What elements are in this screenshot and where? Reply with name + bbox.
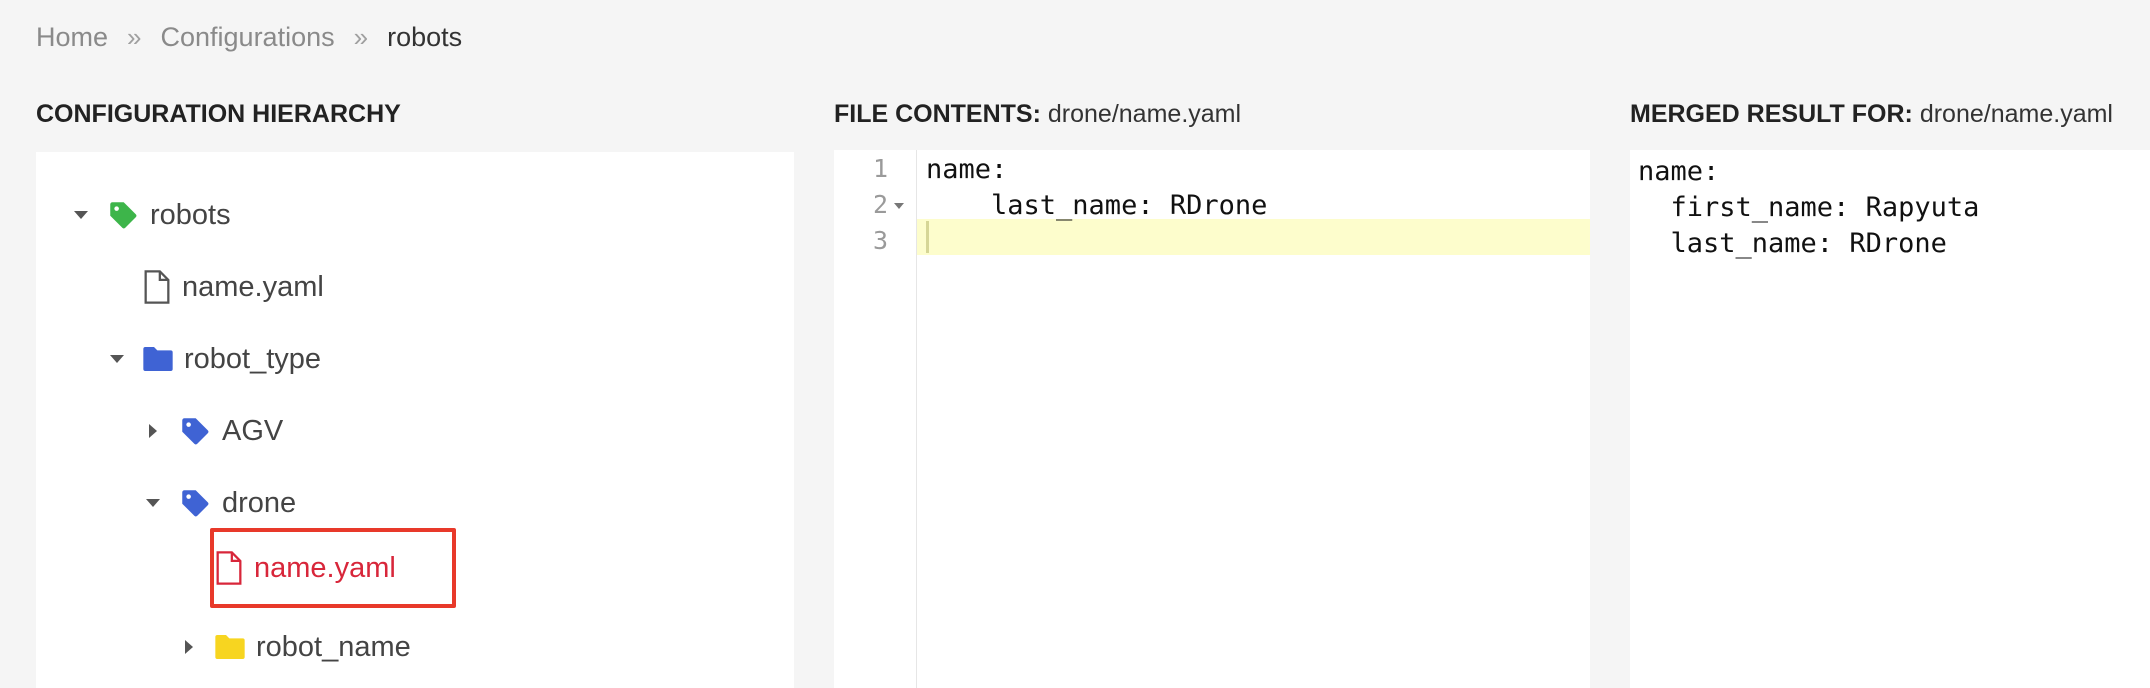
breadcrumb-configurations[interactable]: Configurations	[161, 22, 335, 53]
tree-node-label: robot_name	[256, 630, 411, 663]
tree-node-label: AGV	[222, 414, 284, 447]
merged-line: name:	[1638, 156, 1720, 187]
hierarchy-title: CONFIGURATION HIERARCHY	[36, 100, 401, 128]
code-line: name:	[926, 154, 1008, 185]
file-contents-title: FILE CONTENTS: drone/name.yaml	[834, 100, 1242, 128]
tree-node-robots[interactable]: robots	[70, 186, 231, 244]
tree-node-name-yaml[interactable]: name.yaml	[106, 258, 324, 316]
expand-toggle-icon[interactable]	[106, 348, 128, 370]
tag-icon	[178, 414, 212, 448]
file-editor[interactable]: 1 2 3 name: last_name: RDrone	[834, 150, 1590, 688]
tree-node-drone-name-yaml[interactable]: name.yaml	[178, 539, 396, 597]
file-icon	[214, 551, 244, 585]
expand-toggle-icon[interactable]	[70, 204, 92, 226]
folder-icon	[214, 633, 246, 661]
file-icon	[142, 270, 172, 304]
tree-node-drone[interactable]: drone	[142, 474, 296, 532]
folder-icon	[142, 345, 174, 373]
breadcrumb: Home » Configurations » robots	[36, 22, 462, 53]
tag-icon	[106, 198, 140, 232]
tree-node-label: robot_type	[184, 342, 322, 375]
tree-node-label: name.yaml	[254, 551, 396, 584]
file-contents-filename: drone/name.yaml	[1047, 100, 1242, 128]
tree-node-robot-type[interactable]: robot_type	[106, 330, 321, 388]
breadcrumb-current: robots	[387, 22, 463, 52]
breadcrumb-home[interactable]: Home	[36, 22, 108, 53]
merged-line: last_name: RDrone	[1638, 228, 1947, 259]
tree-node-robot-name[interactable]: robot_name	[178, 618, 411, 676]
expand-toggle-icon[interactable]	[142, 420, 164, 442]
line-number: 2	[872, 190, 888, 219]
tree-node-agv[interactable]: AGV	[142, 402, 283, 460]
configuration-tree: robots name.yaml robot_type AGV drone na…	[36, 152, 794, 688]
expand-toggle-icon[interactable]	[178, 636, 200, 658]
tree-node-label: name.yaml	[182, 270, 324, 303]
merged-result-title: MERGED RESULT FOR: drone/name.yaml	[1630, 100, 2113, 128]
tree-node-label: drone	[222, 486, 297, 519]
merged-line: first_name: Rapyuta	[1638, 192, 1980, 223]
tree-node-label: robots	[150, 198, 231, 231]
breadcrumb-separator: »	[353, 22, 369, 52]
code-line: last_name: RDrone	[926, 190, 1268, 221]
breadcrumb-separator: »	[127, 22, 142, 52]
tag-icon	[178, 486, 212, 520]
active-line-highlight	[917, 219, 1590, 255]
line-number-gutter: 1 2 3	[834, 150, 917, 688]
fold-arrow-icon[interactable]	[894, 203, 904, 209]
line-number: 1	[872, 154, 888, 183]
line-number: 3	[872, 226, 888, 255]
merged-result-filename: drone/name.yaml	[1919, 100, 2113, 128]
text-cursor	[926, 221, 929, 253]
merged-result-view: name: first_name: Rapyuta last_name: RDr…	[1630, 150, 2150, 688]
expand-toggle-icon[interactable]	[142, 492, 164, 514]
